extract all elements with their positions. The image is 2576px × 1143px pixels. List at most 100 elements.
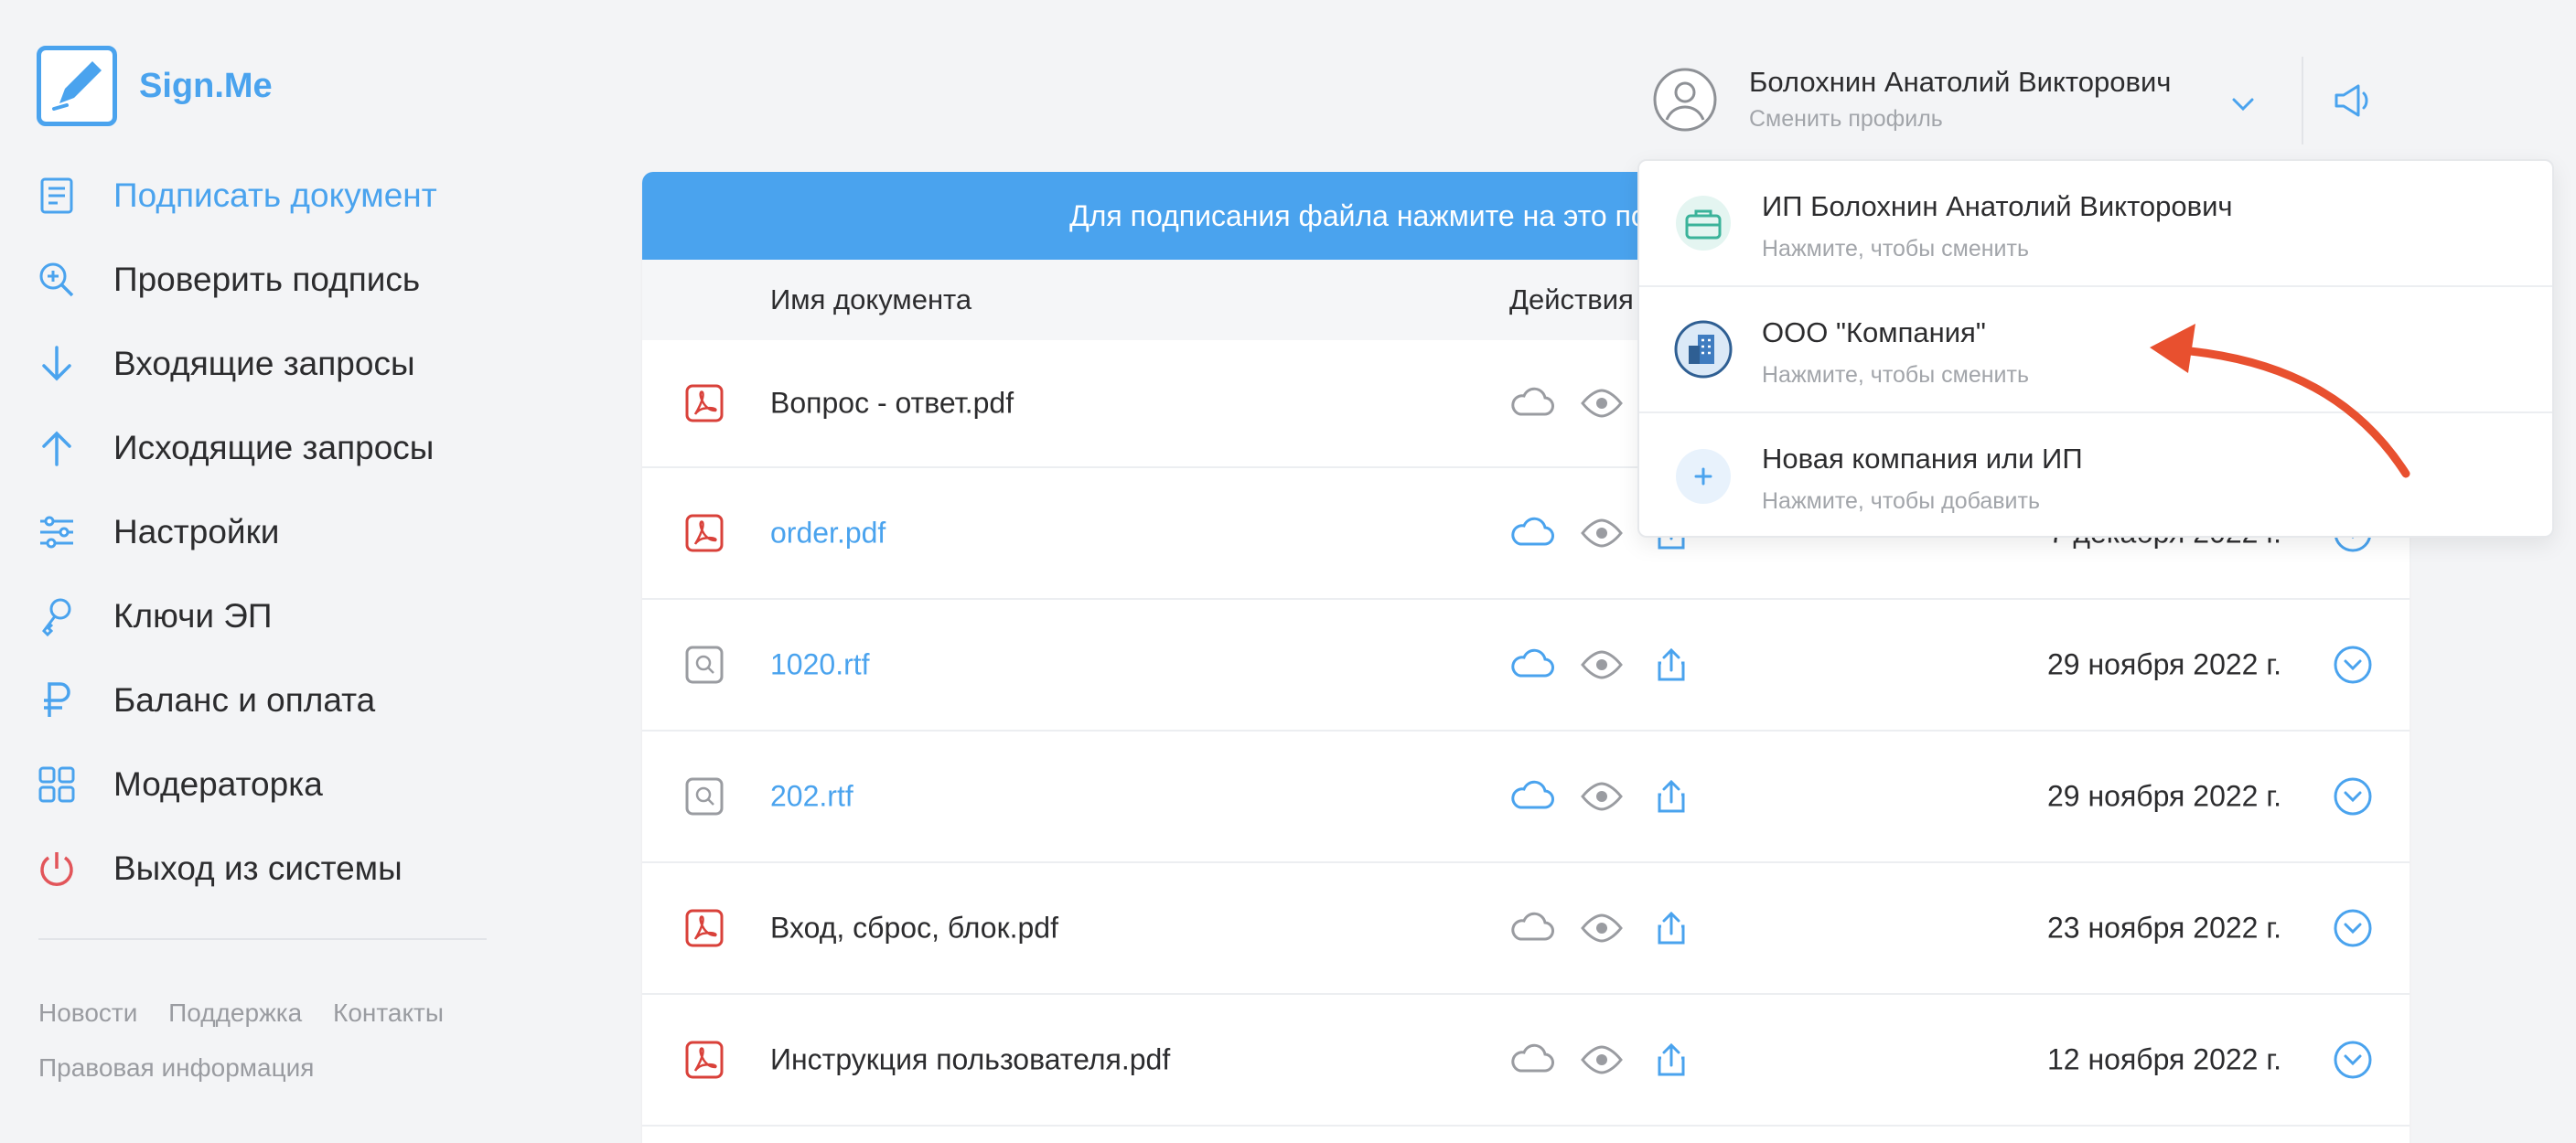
table-row[interactable]: Вход, сброс, блок.pdf 23 ноября 2022 г. bbox=[642, 863, 2410, 995]
column-header-actions: Действия bbox=[1509, 283, 1634, 315]
arrow-up-icon bbox=[37, 428, 77, 468]
document-name[interactable]: 202.rtf bbox=[770, 780, 853, 814]
sidebar-footer: Новости Поддержка Контакты Правовая инфо… bbox=[38, 986, 514, 1095]
footer-link-contacts[interactable]: Контакты bbox=[333, 999, 444, 1027]
profile-option-hint: Нажмите, чтобы сменить bbox=[1762, 236, 2029, 262]
pdf-file-icon bbox=[684, 383, 724, 423]
key-icon bbox=[37, 596, 77, 636]
sidebar-item-label: Модераторка bbox=[113, 765, 323, 803]
share-icon[interactable] bbox=[1648, 1042, 1694, 1078]
user-profile[interactable]: Болохнин Анатолий Викторович Сменить про… bbox=[1652, 66, 2171, 133]
eye-icon[interactable] bbox=[1579, 910, 1625, 946]
expand-chevron-icon[interactable] bbox=[2333, 908, 2373, 948]
row-actions bbox=[1509, 646, 1694, 683]
sidebar-item-balance[interactable]: Баланс и оплата bbox=[37, 658, 494, 742]
cloud-upload-icon[interactable] bbox=[1509, 910, 1555, 946]
table-row[interactable]: Инструкция пользователя.pdf 12 ноября 202… bbox=[642, 995, 2410, 1127]
rtf-file-icon bbox=[684, 645, 724, 685]
switch-profile-label: Сменить профиль bbox=[1749, 106, 1943, 132]
footer-link-support[interactable]: Поддержка bbox=[168, 999, 302, 1027]
document-name[interactable]: 1020.rtf bbox=[770, 648, 870, 682]
rtf-file-icon bbox=[684, 776, 724, 817]
logo[interactable]: Sign.Me bbox=[37, 46, 273, 126]
document-name[interactable]: Вход, сброс, блок.pdf bbox=[770, 912, 1058, 945]
document-name[interactable]: Вопрос - ответ.pdf bbox=[770, 387, 1014, 421]
document-date: 23 ноября 2022 г. bbox=[2047, 911, 2281, 945]
app-root: Sign.Me Подписать документ Проверить под… bbox=[0, 0, 2576, 1143]
sidebar-item-sign-document[interactable]: Подписать документ bbox=[37, 154, 494, 238]
share-icon[interactable] bbox=[1648, 910, 1694, 946]
header-divider bbox=[2302, 57, 2303, 144]
sidebar-item-label: Подписать документ bbox=[113, 176, 437, 214]
sliders-icon bbox=[37, 512, 77, 552]
logo-text: Sign.Me bbox=[139, 66, 273, 105]
footer-link-legal[interactable]: Правовая информация bbox=[38, 1053, 314, 1082]
avatar-icon bbox=[1653, 68, 1717, 131]
eye-icon[interactable] bbox=[1579, 646, 1625, 683]
profile-option-company[interactable]: ООО "Компания" Нажмите, чтобы сменить bbox=[1639, 287, 2552, 413]
user-name: Болохнин Анатолий Викторович bbox=[1749, 66, 2172, 98]
sidebar-item-label: Проверить подпись bbox=[113, 261, 421, 298]
table-row[interactable]: 202.rtf 29 ноября 2022 г. bbox=[642, 732, 2410, 863]
sidebar-item-label: Входящие запросы bbox=[113, 345, 415, 382]
profile-option-title: ООО "Компания" bbox=[1762, 316, 1986, 348]
announcement-icon[interactable] bbox=[2331, 79, 2375, 123]
sidebar-item-logout[interactable]: Выход из системы bbox=[37, 827, 494, 911]
briefcase-icon bbox=[1676, 196, 1731, 251]
sidebar-item-outgoing[interactable]: Исходящие запросы bbox=[37, 406, 494, 490]
sidebar-item-label: Настройки bbox=[113, 513, 280, 550]
document-sign-icon bbox=[37, 176, 77, 216]
sidebar-item-keys[interactable]: Ключи ЭП bbox=[37, 574, 494, 658]
sidebar-item-moderation[interactable]: Модераторка bbox=[37, 742, 494, 827]
row-actions bbox=[1509, 778, 1694, 815]
row-actions bbox=[1509, 910, 1694, 946]
logo-icon bbox=[37, 46, 117, 126]
sidebar-item-settings[interactable]: Настройки bbox=[37, 490, 494, 574]
cloud-upload-icon[interactable] bbox=[1509, 515, 1555, 551]
sidebar-divider bbox=[38, 938, 487, 940]
expand-chevron-icon[interactable] bbox=[2333, 1040, 2373, 1080]
document-name[interactable]: order.pdf bbox=[770, 517, 886, 550]
ruble-icon bbox=[37, 680, 77, 721]
profile-dropdown: ИП Болохнин Анатолий Викторович Нажмите,… bbox=[1637, 159, 2554, 538]
sidebar-item-label: Баланс и оплата bbox=[113, 681, 376, 719]
share-icon[interactable] bbox=[1648, 646, 1694, 683]
column-header-name: Имя документа bbox=[770, 283, 972, 315]
expand-chevron-icon[interactable] bbox=[2333, 776, 2373, 817]
document-date: 29 ноября 2022 г. bbox=[2047, 779, 2281, 813]
power-icon bbox=[37, 849, 77, 889]
document-date: 29 ноября 2022 г. bbox=[2047, 647, 2281, 681]
eye-icon[interactable] bbox=[1579, 515, 1625, 551]
cloud-upload-icon[interactable] bbox=[1509, 778, 1555, 815]
sidebar-item-incoming[interactable]: Входящие запросы bbox=[37, 322, 494, 406]
row-actions bbox=[1509, 1042, 1694, 1078]
building-icon bbox=[1674, 320, 1733, 379]
cloud-upload-icon[interactable] bbox=[1509, 1042, 1555, 1078]
profile-option-title: Новая компания или ИП bbox=[1762, 443, 2083, 475]
eye-icon[interactable] bbox=[1579, 1042, 1625, 1078]
document-date: 12 ноября 2022 г. bbox=[2047, 1042, 2281, 1076]
sidebar-item-check-signature[interactable]: Проверить подпись bbox=[37, 238, 494, 322]
share-icon[interactable] bbox=[1648, 778, 1694, 815]
table-row[interactable]: 1020.rtf 29 ноября 2022 г. bbox=[642, 600, 2410, 732]
grid-icon bbox=[37, 764, 77, 805]
profile-option-ip[interactable]: ИП Болохнин Анатолий Викторович Нажмите,… bbox=[1639, 161, 2552, 287]
pdf-file-icon bbox=[684, 513, 724, 553]
document-name[interactable]: Инструкция пользователя.pdf bbox=[770, 1043, 1170, 1077]
cloud-upload-icon[interactable] bbox=[1509, 385, 1555, 422]
arrow-down-icon bbox=[37, 344, 77, 384]
pdf-file-icon bbox=[684, 1040, 724, 1080]
sidebar-item-label: Ключи ЭП bbox=[113, 597, 273, 635]
profile-option-title: ИП Болохнин Анатолий Викторович bbox=[1762, 190, 2233, 222]
expand-chevron-icon[interactable] bbox=[2333, 645, 2373, 685]
magnifier-check-icon bbox=[37, 260, 77, 300]
add-company-option[interactable]: Новая компания или ИП Нажмите, чтобы доб… bbox=[1639, 413, 2552, 539]
eye-icon[interactable] bbox=[1579, 385, 1625, 422]
sidebar-item-label: Исходящие запросы bbox=[113, 429, 435, 466]
profile-option-hint: Нажмите, чтобы сменить bbox=[1762, 362, 2029, 388]
eye-icon[interactable] bbox=[1579, 778, 1625, 815]
chevron-down-icon[interactable] bbox=[2227, 88, 2259, 121]
plus-icon bbox=[1676, 449, 1731, 504]
cloud-upload-icon[interactable] bbox=[1509, 646, 1555, 683]
footer-link-news[interactable]: Новости bbox=[38, 999, 137, 1027]
